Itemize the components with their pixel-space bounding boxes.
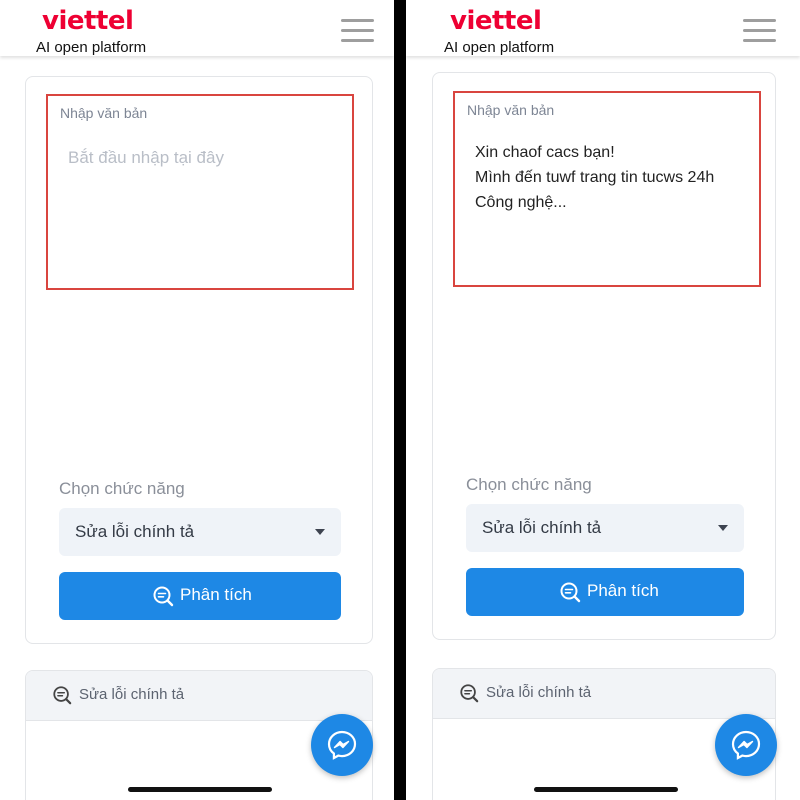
messenger-icon[interactable]: [311, 714, 373, 776]
hamburger-menu-icon[interactable]: [341, 18, 374, 44]
result-header: Sửa lỗi chính tả: [26, 671, 372, 721]
function-label: Chọn chức năng: [466, 475, 592, 494]
text-input-placeholder: Bắt đầu nhập tại đây: [68, 148, 224, 167]
text-input-value: Xin chaof cacs bạn! Mình đến tuwf trang …: [475, 140, 714, 215]
analyze-button[interactable]: Phân tích: [59, 572, 341, 620]
result-header: Sửa lỗi chính tả: [433, 669, 775, 719]
result-title: Sửa lỗi chính tả: [79, 686, 185, 703]
analyze-search-icon: [460, 684, 479, 703]
chevron-down-icon: [718, 525, 728, 531]
app-header: viettel AI open platform: [406, 0, 800, 56]
text-input-label: Nhập văn bản: [467, 102, 555, 118]
function-select[interactable]: Sửa lỗi chính tả: [59, 508, 341, 556]
function-label: Chọn chức năng: [59, 479, 185, 498]
text-input-area[interactable]: Nhập văn bản Xin chaof cacs bạn! Mình đế…: [453, 91, 761, 287]
result-title: Sửa lỗi chính tả: [486, 684, 592, 701]
input-card: Nhập văn bản Xin chaof cacs bạn! Mình đế…: [432, 72, 776, 640]
analyze-search-icon: [53, 686, 72, 705]
text-input-area[interactable]: Nhập văn bản Bắt đầu nhập tại đây: [46, 94, 354, 290]
viettel-logo[interactable]: viettel AI open platform: [444, 6, 594, 56]
input-card: Nhập văn bản Bắt đầu nhập tại đây Chọn c…: [25, 76, 373, 644]
app-header: viettel AI open platform: [0, 0, 394, 56]
analyze-search-icon: [153, 586, 174, 607]
function-select-value: Sửa lỗi chính tả: [482, 518, 602, 537]
function-select[interactable]: Sửa lỗi chính tả: [466, 504, 744, 552]
text-line: Xin chaof cacs bạn!: [475, 144, 615, 161]
analyze-search-icon: [560, 582, 581, 603]
text-line: Mình đến tuwf trang tin tucws 24h: [475, 169, 715, 186]
hamburger-menu-icon[interactable]: [743, 18, 776, 44]
chevron-down-icon: [315, 529, 325, 535]
analyze-button-label: Phân tích: [587, 581, 659, 600]
logo-tagline: AI open platform: [444, 39, 555, 56]
analyze-button-label: Phân tích: [180, 585, 252, 604]
home-indicator: [534, 787, 678, 792]
messenger-icon[interactable]: [715, 714, 777, 776]
logo-wordmark: viettel: [450, 6, 542, 36]
right-screenshot: viettel AI open platform Nhập văn bản Xi…: [406, 0, 800, 800]
home-indicator: [128, 787, 272, 792]
text-line: Công nghệ...: [475, 194, 567, 211]
function-select-value: Sửa lỗi chính tả: [75, 522, 195, 541]
viettel-logo[interactable]: viettel AI open platform: [36, 6, 186, 56]
analyze-button[interactable]: Phân tích: [466, 568, 744, 616]
logo-wordmark: viettel: [42, 6, 134, 36]
text-input-label: Nhập văn bản: [60, 105, 148, 121]
logo-tagline: AI open platform: [36, 39, 147, 56]
left-screenshot: viettel AI open platform Nhập văn bản Bắ…: [0, 0, 394, 800]
